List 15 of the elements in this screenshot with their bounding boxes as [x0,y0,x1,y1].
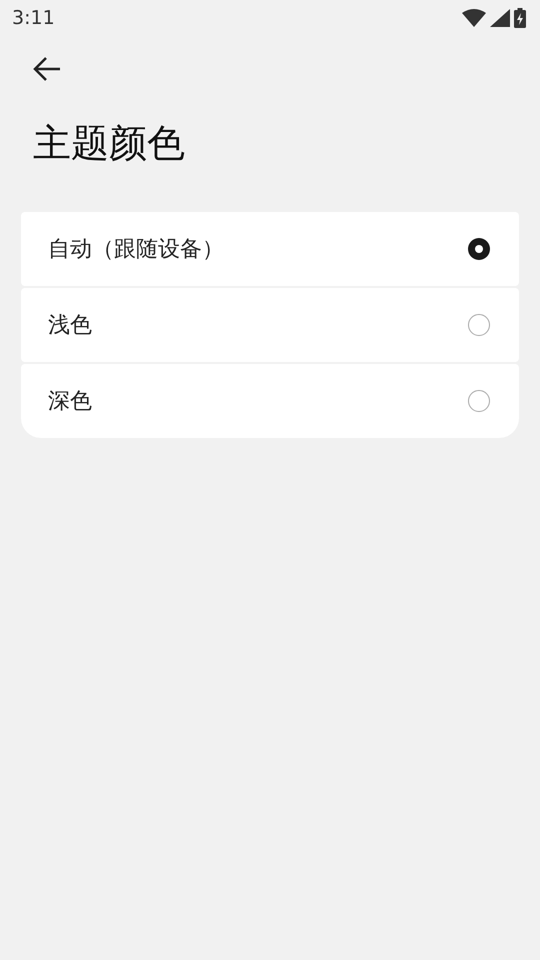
back-icon[interactable] [32,56,62,82]
radio-button[interactable] [468,314,490,336]
wifi-icon [462,9,486,27]
status-time: 3:11 [12,7,55,29]
page-title: 主题颜色 [33,120,186,167]
option-row[interactable]: 深色 [21,364,519,438]
option-label: 深色 [48,388,92,416]
radio-button[interactable] [468,390,490,412]
radio-button[interactable] [468,238,490,260]
option-row[interactable]: 自动（跟随设备） [21,212,519,286]
option-label: 浅色 [48,312,92,340]
option-label: 自动（跟随设备） [48,236,224,264]
option-row[interactable]: 浅色 [21,288,519,362]
signal-icon [490,9,510,27]
battery-icon [514,8,526,28]
